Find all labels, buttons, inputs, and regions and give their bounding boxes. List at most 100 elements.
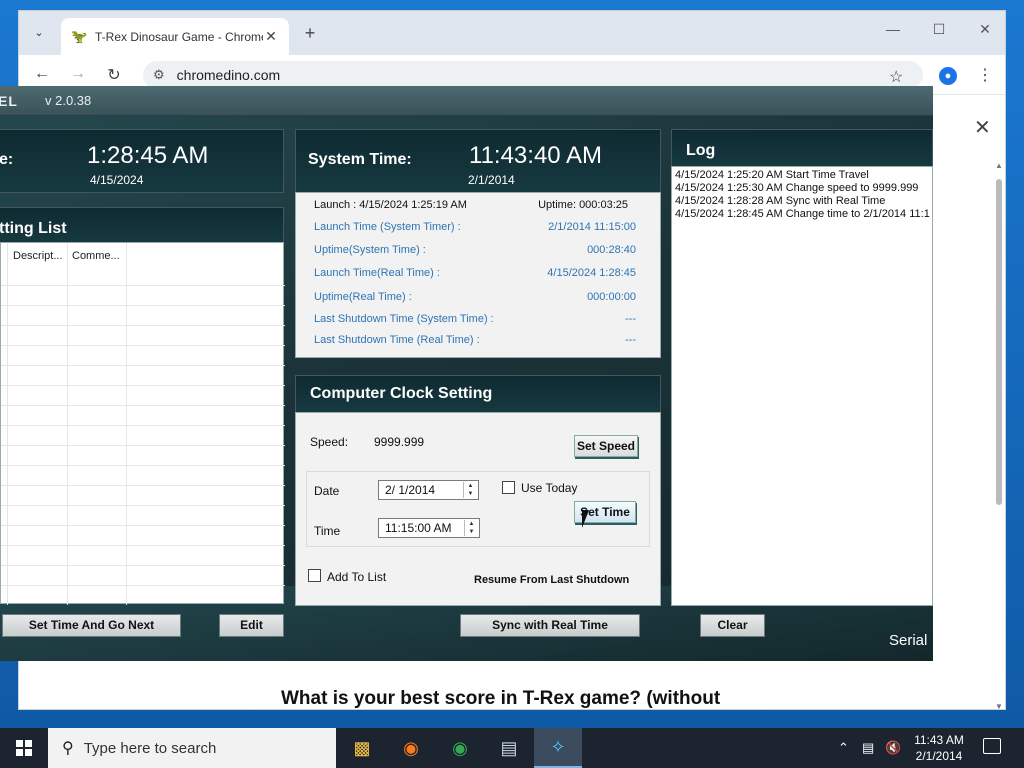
start-button[interactable] xyxy=(0,728,48,768)
tab-search-chevron-icon[interactable]: ⌄ xyxy=(26,19,52,45)
log-list[interactable]: 4/15/2024 1:25:20 AM Start Time Travel 4… xyxy=(671,166,933,606)
taskbar-clock[interactable]: 11:43 AM 2/1/2014 xyxy=(905,732,973,764)
clock-setting-panel: Speed: 9999.999 Set Speed Date 2/ 1/2014… xyxy=(295,412,661,606)
back-icon[interactable]: ← xyxy=(31,65,53,83)
set-time-and-go-next-button[interactable]: Set Time And Go Next xyxy=(2,614,181,637)
log-entry: 4/15/2024 1:28:28 AM Sync with Real Time xyxy=(675,195,886,207)
time-value: 11:15:00 AM xyxy=(385,521,452,535)
scroll-up-icon[interactable]: ▲ xyxy=(994,161,1004,170)
current-time-label: e: xyxy=(0,151,14,168)
date-picker[interactable]: 2/ 1/2014 ▲ ▼ xyxy=(378,480,479,500)
launch-info: Launch : 4/15/2024 1:25:19 AM xyxy=(314,199,467,211)
app-titlebar: EL v 2.0.38 xyxy=(0,86,933,116)
grid-divider xyxy=(1,565,285,566)
grid-divider xyxy=(67,243,68,605)
grid-divider xyxy=(1,425,285,426)
serial-label[interactable]: Serial xyxy=(889,632,927,649)
log-entry: 4/15/2024 1:28:45 AM Change time to 2/1/… xyxy=(675,208,930,220)
resume-from-last-shutdown-button[interactable]: Resume From Last Shutdown xyxy=(474,574,629,586)
grid-divider xyxy=(1,305,285,306)
time-travel-app-icon[interactable]: ✧ xyxy=(534,728,582,768)
minimize-icon[interactable]: — xyxy=(881,21,905,38)
time-label: Time xyxy=(314,524,341,538)
address-bar[interactable]: ⚙ chromedino.com xyxy=(143,61,923,89)
network-icon[interactable]: ▤ xyxy=(862,740,874,756)
set-speed-button[interactable]: Set Speed xyxy=(574,435,638,457)
system-date: 2/1/2014 xyxy=(468,173,515,187)
sync-with-real-time-button[interactable]: Sync with Real Time xyxy=(460,614,640,637)
column-header-description[interactable]: Descript... xyxy=(13,250,63,262)
setting-list-grid[interactable]: Descript... Comme... xyxy=(0,242,285,605)
log-entry: 4/15/2024 1:25:20 AM Start Time Travel xyxy=(675,169,869,181)
system-time: 11:43:40 AM xyxy=(469,142,602,169)
system-info-panel: Launch : 4/15/2024 1:25:19 AM Uptime: 00… xyxy=(295,192,661,358)
bookmark-star-icon[interactable]: ☆ xyxy=(889,67,903,87)
setting-list-header: tting List xyxy=(0,207,284,243)
profile-avatar-icon[interactable]: ● xyxy=(939,67,957,85)
grid-divider xyxy=(1,385,285,386)
notification-icon[interactable] xyxy=(983,738,1001,754)
date-value: 2/ 1/2014 xyxy=(385,483,436,497)
info-value: --- xyxy=(625,313,636,325)
speed-value[interactable]: 9999.999 xyxy=(374,435,424,449)
time-picker[interactable]: 11:15:00 AM ▲ ▼ xyxy=(378,518,480,538)
forward-icon[interactable]: → xyxy=(67,65,89,83)
date-spinner-icon[interactable]: ▲ ▼ xyxy=(463,482,477,498)
use-today-label: Use Today xyxy=(521,481,578,495)
grid-divider xyxy=(1,485,285,486)
tab-strip: ⌄ 🦖 T-Rex Dinosaur Game - Chrome ✕ + — ☐… xyxy=(19,11,1005,55)
scroll-down-icon[interactable]: ▼ xyxy=(994,702,1004,711)
clock-time: 11:43 AM xyxy=(914,733,964,747)
maximize-icon[interactable]: ☐ xyxy=(927,21,951,38)
browser-tab[interactable]: 🦖 T-Rex Dinosaur Game - Chrome ✕ xyxy=(61,18,289,55)
grid-divider xyxy=(1,365,285,366)
setting-list-title: tting List xyxy=(0,220,67,237)
info-key: Launch Time(Real Time) : xyxy=(314,267,440,279)
dino-icon: 🦖 xyxy=(71,28,88,44)
page-close-icon[interactable]: ✕ xyxy=(974,115,991,140)
page-heading: What is your best score in T-Rex game? (… xyxy=(281,688,721,709)
info-value: 000:00:00 xyxy=(587,291,636,303)
menu-kebab-icon[interactable]: ⋮ xyxy=(977,65,993,85)
page-scrollbar[interactable]: ▲ ▼ xyxy=(994,161,1004,711)
window-controls: — ☐ ✕ xyxy=(881,21,997,38)
info-key: Launch Time (System Timer) : xyxy=(314,221,461,233)
tab-close-icon[interactable]: ✕ xyxy=(263,28,279,45)
use-today-checkbox[interactable] xyxy=(502,481,515,494)
grid-divider xyxy=(7,243,8,605)
current-time-panel: e: 1:28:45 AM 4/15/2024 xyxy=(0,129,284,193)
chrome-icon[interactable]: ◉ xyxy=(436,728,484,768)
new-tab-icon[interactable]: + xyxy=(299,22,321,44)
info-key: Uptime(System Time) : xyxy=(314,244,426,256)
system-monitor-icon[interactable]: ▤ xyxy=(485,728,533,768)
system-time-panel: System Time: 11:43:40 AM 2/1/2014 xyxy=(295,129,661,193)
grid-divider xyxy=(1,525,285,526)
info-key: Last Shutdown Time (Real Time) : xyxy=(314,334,480,346)
window-close-icon[interactable]: ✕ xyxy=(973,21,997,38)
site-info-icon[interactable]: ⚙ xyxy=(153,67,165,83)
clear-log-button[interactable]: Clear xyxy=(700,614,765,637)
time-spinner-icon[interactable]: ▲ ▼ xyxy=(464,520,478,536)
log-header: Log xyxy=(671,129,933,167)
clock-setting-header: Computer Clock Setting xyxy=(295,375,661,413)
add-to-list-checkbox[interactable] xyxy=(308,569,321,582)
grid-divider xyxy=(1,405,285,406)
search-icon: ⚲ xyxy=(62,740,74,757)
log-title: Log xyxy=(686,142,716,159)
edit-button[interactable]: Edit xyxy=(219,614,284,637)
current-date: 4/15/2024 xyxy=(90,173,144,187)
scroll-thumb[interactable] xyxy=(996,179,1002,505)
firefox-icon[interactable]: ◉ xyxy=(387,728,435,768)
volume-muted-icon[interactable]: 🔇 xyxy=(885,740,901,756)
grid-divider xyxy=(1,585,285,586)
grid-divider xyxy=(1,465,285,466)
system-time-label: System Time: xyxy=(308,151,412,168)
windows-logo-icon xyxy=(16,740,32,756)
app-version: v 2.0.38 xyxy=(45,93,92,108)
file-explorer-icon[interactable]: ▩ xyxy=(338,728,386,768)
reload-icon[interactable]: ↻ xyxy=(103,65,125,85)
grid-divider xyxy=(1,325,285,326)
taskbar-search[interactable]: ⚲ Type here to search xyxy=(48,728,336,768)
tray-chevron-icon[interactable]: ⌃ xyxy=(838,740,849,756)
column-header-comment[interactable]: Comme... xyxy=(72,250,120,262)
